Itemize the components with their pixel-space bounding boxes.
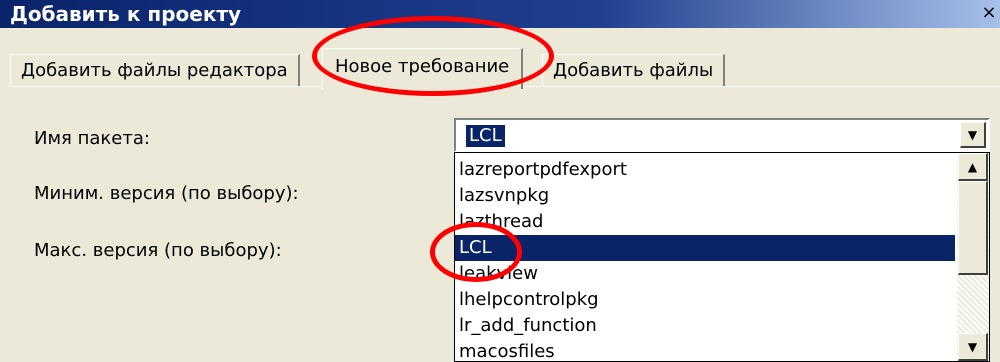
package-name-label: Имя пакета: xyxy=(34,128,150,149)
max-version-label: Макс. версия (по выбору): xyxy=(34,240,282,261)
list-item[interactable]: lr_add_function xyxy=(455,313,955,339)
chevron-down-icon[interactable]: ▼ xyxy=(960,122,986,148)
list-item-selected[interactable]: LCL xyxy=(455,235,955,261)
window-title: Добавить к проекту xyxy=(10,2,242,26)
title-bar: Добавить к проекту × xyxy=(0,0,1000,28)
list-item[interactable]: lazsvnpkg xyxy=(455,183,955,209)
min-version-label: Миним. версия (по выбору): xyxy=(34,183,299,204)
scrollbar-thumb[interactable] xyxy=(958,181,988,275)
list-item[interactable]: lhelpcontrolpkg xyxy=(455,287,955,313)
package-name-value: LCL xyxy=(466,125,505,147)
scroll-up-icon[interactable]: ▲ xyxy=(958,153,988,181)
tab-strip: Добавить файлы редактора Новое требовани… xyxy=(10,48,1000,89)
tab-add-editor-files[interactable]: Добавить файлы редактора xyxy=(10,54,300,87)
list-item[interactable]: lazreportpdfexport xyxy=(455,157,955,183)
package-dropdown-list[interactable]: lazreportpdfexport lazsvnpkg lazthread L… xyxy=(454,152,990,362)
tab-add-files[interactable]: Добавить файлы xyxy=(542,54,726,87)
list-item[interactable]: macosfiles xyxy=(455,339,955,361)
list-item[interactable]: leakview xyxy=(455,261,955,287)
tab-new-requirement[interactable]: Новое требование xyxy=(322,48,524,89)
list-item[interactable]: lazthread xyxy=(455,209,955,235)
scroll-down-icon[interactable]: ▼ xyxy=(958,333,988,361)
close-icon[interactable]: × xyxy=(980,2,998,24)
dropdown-scrollbar[interactable]: ▲ ▼ xyxy=(957,153,989,361)
package-name-combobox[interactable]: LCL ▼ xyxy=(454,118,990,152)
